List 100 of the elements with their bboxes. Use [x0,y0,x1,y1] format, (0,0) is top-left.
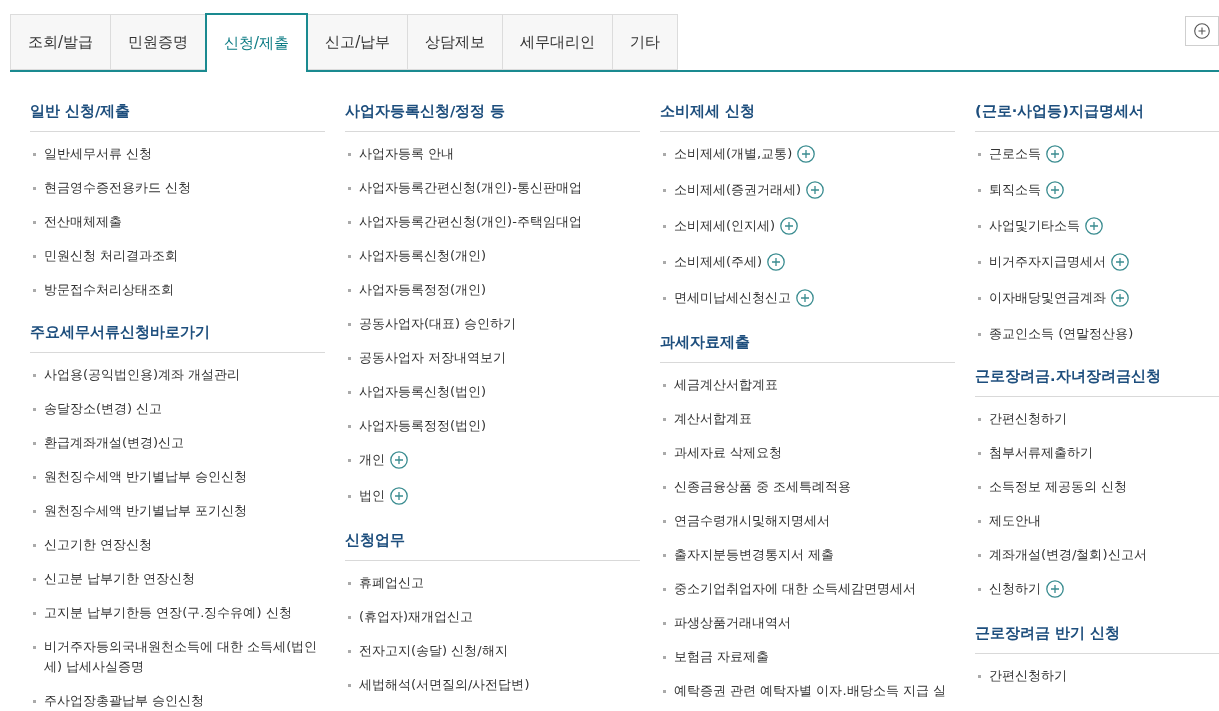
menu-link[interactable]: 전자고지(송달) 신청/해지 [359,641,508,661]
menu-link[interactable]: 중소기업취업자에 대한 소득세감면명세서 [674,579,917,599]
bullet-icon [663,297,666,300]
plus-circle-icon[interactable] [1111,289,1129,307]
menu-link[interactable]: 사업자등록간편신청(개인)-주택임대업 [359,212,582,232]
menu-link[interactable]: 과세자료 삭제요청 [674,443,783,463]
menu-link[interactable]: 비거주자등의국내원천소득에 대한 소득세(법인세) 납세사실증명 [44,637,325,677]
menu-link[interactable]: 공동사업자(대표) 승인하기 [359,314,517,334]
menu-link[interactable]: 신청하기 [989,579,1041,599]
section-heading: 근로장려금 반기 신청 [975,622,1219,654]
menu-link[interactable]: 예탁증권 관련 예탁자별 이자.배당소득 지급 실 [674,681,946,701]
bullet-icon [978,225,981,228]
menu-link[interactable]: 비거주자지급명세서 [989,252,1106,272]
menu-link[interactable]: 소득정보 제공동의 신청 [989,477,1128,497]
plus-circle-icon[interactable] [767,253,786,271]
menu-link[interactable]: 원천징수세액 반기별납부 포기신청 [44,501,248,521]
menu-link[interactable]: 이자배당및연금계좌 [989,288,1106,308]
plus-circle-icon[interactable] [1046,145,1064,163]
section-heading: 소비제세 신청 [660,100,955,132]
menu-link[interactable]: 소비제세(인지세) [674,216,776,236]
menu-link[interactable]: 휴폐업신고 [359,573,424,593]
menu-link[interactable]: 소비제세(주세) [674,252,763,272]
bullet-icon [348,684,351,687]
bullet-icon [663,225,666,228]
menu-link[interactable]: 사업자등록정정(법인) [359,416,487,436]
menu-link[interactable]: 종교인소득 (연말정산용) [989,324,1134,344]
menu-link[interactable]: 환급계좌개설(변경)신고 [44,433,185,453]
bullet-icon [348,153,351,156]
menu-link[interactable]: 간편신청하기 [989,666,1067,686]
menu-link[interactable]: 원천징수세액 반기별납부 승인신청 [44,467,248,487]
menu-link[interactable]: 출자지분등변경통지서 제출 [674,545,835,565]
add-button[interactable] [1185,16,1219,46]
menu-link[interactable]: 주사업장총괄납부 승인신청 [44,691,205,711]
tab[interactable]: 상담제보 [408,14,504,70]
tab[interactable]: 기타 [613,14,679,70]
plus-circle-icon[interactable] [1085,217,1103,235]
plus-circle-icon[interactable] [797,145,816,163]
tab[interactable]: 민원증명 [111,14,207,70]
plus-circle-icon[interactable] [1046,181,1064,199]
menu-link[interactable]: 연금수령개시및해지명세서 [674,511,830,531]
section-heading: 근로장려금.자녀장려금신청 [975,365,1219,397]
menu-link[interactable]: 사업자등록 안내 [359,144,455,164]
bullet-icon [33,221,36,224]
menu-link[interactable]: 계좌개설(변경/철회)신고서 [989,545,1147,565]
plus-circle-icon[interactable] [390,451,408,469]
bullet-icon [663,588,666,591]
menu-link[interactable]: 신고기한 연장신청 [44,535,153,555]
bullet-icon [348,289,351,292]
menu-link[interactable]: 면세미납세신청신고 [674,288,791,308]
menu-link[interactable]: 현금영수증전용카드 신청 [44,178,192,198]
menu-link[interactable]: 사업자등록정정(개인) [359,280,487,300]
menu-link[interactable]: 방문접수처리상태조회 [44,280,174,300]
menu-link[interactable]: 사업및기타소득 [989,216,1080,236]
bullet-icon [348,495,351,498]
menu-link[interactable]: 일반세무서류 신청 [44,144,153,164]
tab[interactable]: 세무대리인 [503,14,614,70]
menu-link[interactable]: 고지분 납부기한등 연장(구.징수유예) 신청 [44,603,292,623]
menu-link[interactable]: 세금계산서합계표 [674,375,778,395]
bullet-icon [978,418,981,421]
tab[interactable]: 신청/제출 [205,13,309,72]
plus-circle-icon[interactable] [1046,580,1064,598]
menu-link[interactable]: 제도안내 [989,511,1041,531]
menu-link[interactable]: 신종금융상품 중 조세특례적용 [674,477,852,497]
plus-circle-icon[interactable] [390,487,408,505]
menu-link[interactable]: 사업자등록신청(개인) [359,246,487,266]
bullet-icon [978,588,981,591]
menu-link[interactable]: 법인 [359,486,385,506]
bullet-icon [33,510,36,513]
menu-link[interactable]: 세법해석(서면질의/사전답변) [359,675,530,695]
menu-link[interactable]: 공동사업자 저장내역보기 [359,348,507,368]
menu-link[interactable]: 송달장소(변경) 신고 [44,399,163,419]
menu-link[interactable]: 민원신청 처리결과조회 [44,246,179,266]
tab[interactable]: 신고/납부 [308,14,409,70]
menu-link[interactable]: 파생상품거래내역서 [674,613,791,633]
menu-link[interactable]: 사업용(공익법인용)계좌 개설관리 [44,365,241,385]
plus-circle-icon[interactable] [1111,253,1129,271]
menu-link[interactable]: 소비제세(개별,교통) [674,144,793,164]
plus-circle-icon[interactable] [796,289,814,307]
menu-link[interactable]: 첨부서류제출하기 [989,443,1093,463]
menu-link[interactable]: 간편신청하기 [989,409,1067,429]
menu-link[interactable]: 근로소득 [989,144,1041,164]
tab[interactable]: 조회/발급 [10,14,112,70]
menu-link[interactable]: 퇴직소득 [989,180,1041,200]
menu-link[interactable]: 사업자등록간편신청(개인)-통신판매업 [359,178,582,198]
bullet-icon [348,582,351,585]
menu-link[interactable]: 개인 [359,450,385,470]
menu-link[interactable]: 전산매체제출 [44,212,122,232]
bullet-icon [978,452,981,455]
bullet-icon [33,700,36,703]
menu-link[interactable]: 소비제세(증권거래세) [674,180,802,200]
menu-link[interactable]: (휴업자)재개업신고 [359,607,474,627]
section-heading: 과세자료제출 [660,331,955,363]
bullet-icon [978,153,981,156]
plus-circle-icon[interactable] [806,181,825,199]
plus-circle-icon[interactable] [780,217,799,235]
menu-link[interactable]: 사업자등록신청(법인) [359,382,487,402]
menu-link[interactable]: 보험금 자료제출 [674,647,770,667]
menu-link[interactable]: 계산서합계표 [674,409,752,429]
section-heading: (근로·사업등)지급명세서 [975,100,1219,132]
menu-link[interactable]: 신고분 납부기한 연장신청 [44,569,196,589]
